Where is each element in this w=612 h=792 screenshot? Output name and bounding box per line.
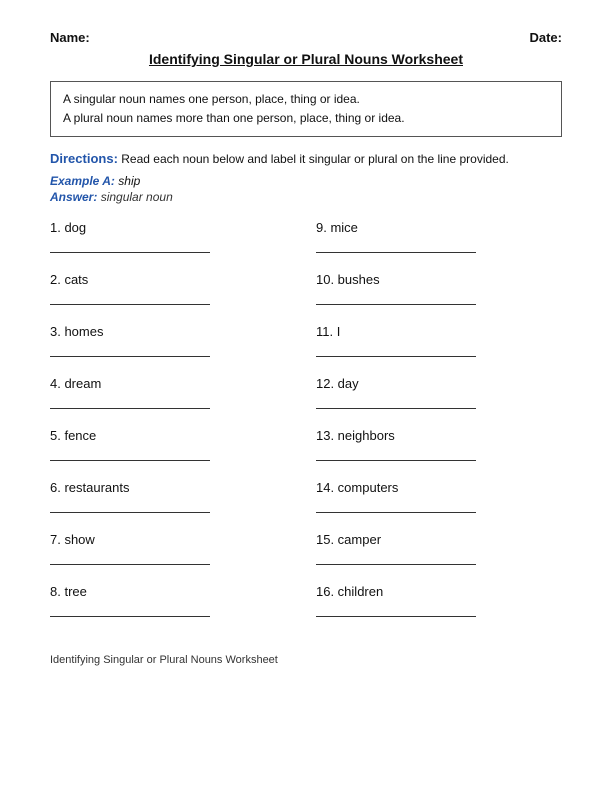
list-item: 9. mice	[306, 214, 562, 266]
answer-line	[316, 241, 476, 253]
item-label: 5. fence	[50, 428, 296, 443]
item-label: 15. camper	[316, 532, 562, 547]
answer-line	[316, 501, 476, 513]
item-label: 6. restaurants	[50, 480, 296, 495]
list-item: 6. restaurants	[50, 474, 306, 526]
list-item: 8. tree	[50, 578, 306, 630]
answer-line	[50, 553, 210, 565]
list-item: 3. homes	[50, 318, 306, 370]
list-item: 11. I	[306, 318, 562, 370]
directions-text: Read each noun below and label it singul…	[121, 152, 509, 166]
list-item: 5. fence	[50, 422, 306, 474]
answer-value: singular noun	[101, 190, 173, 204]
item-label: 1. dog	[50, 220, 296, 235]
example-value: ship	[118, 174, 140, 188]
items-grid: 1. dog 9. mice 2. cats 10. bushes 3. homes 11…	[50, 214, 562, 630]
directions-label: Directions:	[50, 151, 118, 166]
answer-line	[316, 449, 476, 461]
example-a-row: Example A: ship	[50, 174, 562, 188]
item-label: 3. homes	[50, 324, 296, 339]
item-label: 2. cats	[50, 272, 296, 287]
answer-line	[50, 501, 210, 513]
name-label: Name:	[50, 30, 90, 45]
example-label: Example A:	[50, 174, 115, 188]
info-line2: A plural noun names more than one person…	[63, 109, 549, 128]
list-item: 7. show	[50, 526, 306, 578]
list-item: 14. computers	[306, 474, 562, 526]
list-item: 16. children	[306, 578, 562, 630]
answer-line	[316, 293, 476, 305]
info-line1: A singular noun names one person, place,…	[63, 90, 549, 109]
answer-line	[50, 449, 210, 461]
item-label: 7. show	[50, 532, 296, 547]
footer-text: Identifying Singular or Plural Nouns Wor…	[50, 654, 562, 666]
answer-line	[50, 241, 210, 253]
answer-line	[50, 605, 210, 617]
info-box: A singular noun names one person, place,…	[50, 81, 562, 137]
answer-line	[316, 605, 476, 617]
list-item: 15. camper	[306, 526, 562, 578]
list-item: 10. bushes	[306, 266, 562, 318]
list-item: 2. cats	[50, 266, 306, 318]
item-label: 8. tree	[50, 584, 296, 599]
item-label: 16. children	[316, 584, 562, 599]
answer-line	[50, 345, 210, 357]
answer-line	[50, 293, 210, 305]
item-label: 4. dream	[50, 376, 296, 391]
answer-line	[316, 345, 476, 357]
date-label: Date:	[529, 30, 562, 45]
list-item: 13. neighbors	[306, 422, 562, 474]
item-label: 10. bushes	[316, 272, 562, 287]
item-label: 9. mice	[316, 220, 562, 235]
page-title: Identifying Singular or Plural Nouns Wor…	[50, 51, 562, 67]
item-label: 14. computers	[316, 480, 562, 495]
item-label: 13. neighbors	[316, 428, 562, 443]
answer-row: Answer: singular noun	[50, 190, 562, 204]
item-label: 12. day	[316, 376, 562, 391]
answer-line	[316, 553, 476, 565]
item-label: 11. I	[316, 324, 562, 339]
answer-line	[50, 397, 210, 409]
list-item: 1. dog	[50, 214, 306, 266]
list-item: 12. day	[306, 370, 562, 422]
answer-line	[316, 397, 476, 409]
directions-row: Directions: Read each noun below and lab…	[50, 151, 562, 166]
answer-label: Answer:	[50, 190, 97, 204]
list-item: 4. dream	[50, 370, 306, 422]
